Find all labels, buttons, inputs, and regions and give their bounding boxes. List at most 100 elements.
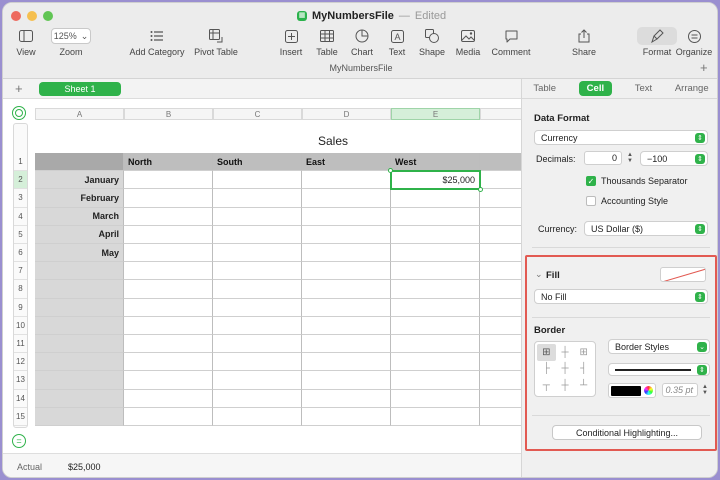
thousands-separator-checkbox[interactable]: ✓ (586, 176, 596, 186)
table-cell[interactable] (124, 280, 213, 299)
table-cell[interactable] (213, 171, 302, 190)
border-width-field[interactable]: 0.35 pt (662, 383, 698, 397)
table-cell[interactable] (391, 225, 480, 244)
table-cell[interactable] (124, 389, 213, 408)
select-table-handle[interactable] (12, 106, 26, 120)
add-inspector-button[interactable]: + (700, 60, 708, 75)
pivot-table-button[interactable]: Pivot Table (188, 27, 244, 57)
row-label-cell[interactable] (35, 389, 124, 408)
disclosure-chevron-icon[interactable]: ⌄ (535, 269, 543, 280)
row-header-2[interactable]: 2 (14, 171, 27, 190)
table-cell[interactable] (213, 353, 302, 372)
table-cell[interactable] (480, 225, 521, 244)
border-line-style-popup[interactable]: ⇕ (608, 363, 710, 376)
table-cell[interactable] (124, 353, 213, 372)
border-top-icon[interactable]: ┬ (537, 377, 556, 394)
column-header-d[interactable]: D (302, 108, 391, 120)
sheet-tab-sheet-1[interactable]: Sheet 1 (39, 82, 121, 96)
table-cell[interactable] (124, 407, 213, 426)
data-format-popup[interactable]: Currency ⇕ (534, 130, 708, 145)
row-label-cell[interactable]: April (35, 225, 124, 244)
add-category-button[interactable]: Add Category (117, 27, 197, 57)
table-cell[interactable] (302, 207, 391, 226)
table-cell[interactable] (391, 407, 480, 426)
table-cell[interactable] (391, 207, 480, 226)
border-vertical-icon[interactable]: ┼ (556, 361, 575, 378)
table-cell[interactable] (213, 262, 302, 281)
table-cell[interactable] (302, 407, 391, 426)
border-left-icon[interactable]: ├ (537, 361, 556, 378)
accounting-style-checkbox[interactable] (586, 196, 596, 206)
table-cell[interactable] (302, 225, 391, 244)
table-cell[interactable] (302, 262, 391, 281)
row-header-14[interactable]: 14 (14, 389, 27, 408)
table-cell[interactable] (124, 298, 213, 317)
table-cell[interactable] (480, 353, 521, 372)
table-cell[interactable] (302, 316, 391, 335)
border-color-well[interactable] (608, 383, 656, 398)
fill-popup[interactable]: No Fill ⇕ (534, 289, 708, 304)
table-cell[interactable] (124, 207, 213, 226)
document-name[interactable]: MyNumbersFile (312, 10, 394, 22)
row-header-7[interactable]: 7 (14, 262, 27, 281)
border-styles-popup[interactable]: Border Styles ⌄ (608, 339, 710, 354)
table-cell[interactable] (480, 371, 521, 390)
fill-color-well[interactable] (660, 267, 706, 282)
table-cell[interactable] (302, 280, 391, 299)
row-label-cell[interactable] (35, 298, 124, 317)
table-cell[interactable] (391, 335, 480, 354)
table-cell[interactable] (480, 280, 521, 299)
table-cell[interactable] (213, 316, 302, 335)
row-header-4[interactable]: 4 (14, 207, 27, 226)
row-label-cell[interactable]: March (35, 207, 124, 226)
table-cell[interactable] (124, 244, 213, 263)
border-bottom-icon[interactable]: ┴ (574, 377, 593, 394)
header-cell[interactable]: West (391, 153, 480, 172)
column-header-b[interactable]: B (124, 108, 213, 120)
row-header-1[interactable]: 1 (14, 153, 27, 172)
header-cell[interactable]: East (302, 153, 391, 172)
table-cell[interactable] (480, 189, 521, 208)
status-label[interactable]: Actual (17, 462, 42, 472)
table-cell[interactable] (391, 244, 480, 263)
table-cell[interactable] (302, 171, 391, 190)
table-corner-cell[interactable] (35, 153, 124, 172)
border-width-stepper[interactable]: ▲ ▼ (701, 383, 709, 397)
column-header-overflow[interactable] (480, 108, 521, 120)
column-header-c[interactable]: C (213, 108, 302, 120)
zoom-window-button[interactable] (43, 11, 53, 21)
decimals-stepper[interactable]: ▲ ▼ (626, 151, 634, 165)
header-cell[interactable] (480, 153, 521, 172)
add-row-handle[interactable]: = (12, 434, 26, 448)
table-cell[interactable] (480, 407, 521, 426)
row-label-cell[interactable]: January (35, 171, 124, 190)
border-right-icon[interactable]: ┤ (574, 361, 593, 378)
inspector-tab-text[interactable]: Text (635, 83, 652, 94)
table-cell[interactable] (480, 262, 521, 281)
row-header-5[interactable]: 5 (14, 225, 27, 244)
table-cell[interactable] (213, 335, 302, 354)
table-cell[interactable] (480, 298, 521, 317)
add-sheet-button[interactable]: + (15, 81, 23, 96)
row-header-6[interactable]: 6 (14, 244, 27, 263)
column-header-a[interactable]: A (35, 108, 124, 120)
table-cell[interactable] (391, 371, 480, 390)
table-cell[interactable] (302, 353, 391, 372)
table-cell[interactable] (391, 280, 480, 299)
table-cell[interactable] (302, 335, 391, 354)
row-header-8[interactable]: 8 (14, 280, 27, 299)
border-outer-icon[interactable]: ⊞ (574, 344, 593, 361)
border-horizontal-icon[interactable]: ┼ (556, 377, 575, 394)
table-cell[interactable] (480, 389, 521, 408)
color-wheel-icon[interactable] (644, 386, 653, 395)
active-cell-e2[interactable]: $25,000 (391, 171, 480, 190)
row-label-cell[interactable]: February (35, 189, 124, 208)
border-inner-icon[interactable]: ┼ (556, 344, 575, 361)
table-cell[interactable] (480, 316, 521, 335)
table-cell[interactable] (391, 298, 480, 317)
table-cell[interactable] (391, 262, 480, 281)
row-label-cell[interactable] (35, 407, 124, 426)
row-header-13[interactable]: 13 (14, 371, 27, 390)
currency-popup[interactable]: US Dollar ($) ⇕ (584, 221, 708, 236)
table-cell[interactable] (213, 244, 302, 263)
